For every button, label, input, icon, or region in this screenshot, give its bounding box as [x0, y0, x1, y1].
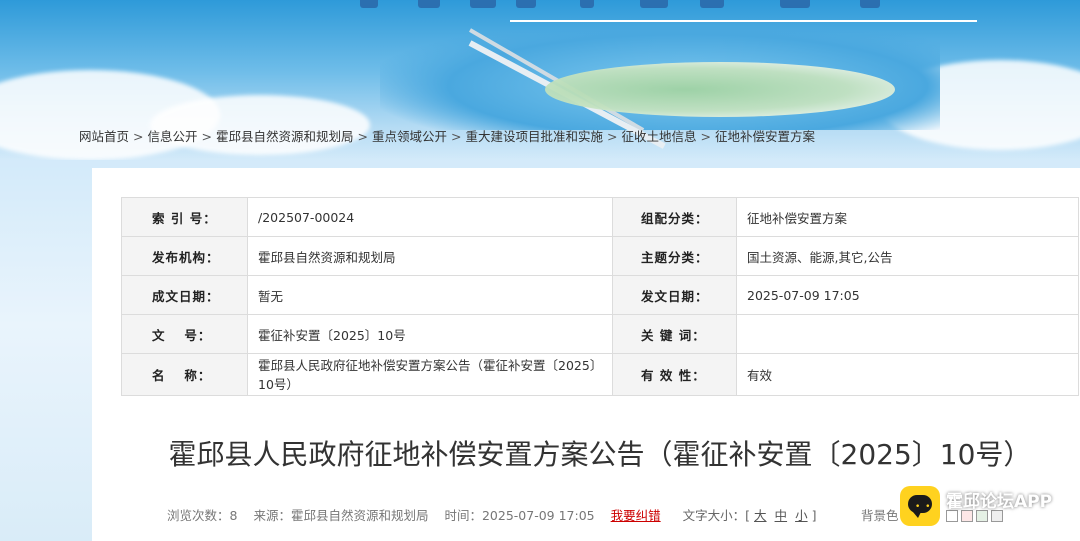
breadcrumb: 网站首页 > 信息公开 > 霍邱县自然资源和规划局 > 重点领域公开 > 重大建设项目批准和实施… — [79, 126, 815, 145]
meta-row: 成文日期： 暂无 发文日期： 2025-07-09 17:05 — [121, 275, 1079, 315]
validity-value: 有效 — [736, 353, 1079, 396]
banner-island — [545, 62, 895, 117]
name-value-cell: 霍邱县人民政府征地补偿安置方案公告（霍征补安置〔2025〕10号） — [247, 353, 613, 396]
publish-time: 时间：2025-07-09 17:05 — [444, 508, 595, 523]
font-medium-button[interactable]: 中 — [775, 508, 788, 523]
breadcrumb-key-areas[interactable]: 重点领域公开 — [372, 129, 447, 144]
banner-cloud — [150, 95, 370, 155]
views-label: 浏览次数： — [167, 508, 230, 523]
doc-number-label: 文 号： — [121, 314, 248, 354]
category-label: 组配分类： — [612, 197, 737, 237]
name-label: 名 称： — [121, 353, 248, 396]
name-value: 霍邱县人民政府征地补偿安置方案公告（霍征补安置〔2025〕10号） — [258, 357, 597, 392]
background-color-label: 背景色 — [861, 508, 899, 523]
font-size-label: 文字大小：[ — [682, 508, 751, 523]
breadcrumb-info-public[interactable]: 信息公开 — [148, 129, 198, 144]
breadcrumb-separator: > — [357, 129, 368, 144]
topic-value: 国土资源、能源,其它,公告 — [736, 236, 1079, 276]
doc-number-value: 霍征补安置〔2025〕10号 — [247, 314, 613, 354]
meta-row: 索 引 号： /202507-00024 组配分类： 征地补偿安置方案 — [121, 197, 1079, 237]
document-title: 霍邱县人民政府征地补偿安置方案公告（霍征补安置〔2025〕10号） — [168, 438, 1032, 471]
breadcrumb-separator: > — [607, 129, 618, 144]
validity-label: 有 效 性： — [612, 353, 737, 396]
font-small-button[interactable]: 小 — [795, 508, 808, 523]
document-meta-table: 索 引 号： /202507-00024 组配分类： 征地补偿安置方案 发布机构… — [121, 197, 1079, 396]
document-title-wrap: 霍邱县人民政府征地补偿安置方案公告（霍征补安置〔2025〕10号） — [121, 433, 1079, 473]
created-date-label: 成文日期： — [121, 275, 248, 315]
meta-row: 发布机构： 霍邱县自然资源和规划局 主题分类： 国土资源、能源,其它,公告 — [121, 236, 1079, 276]
document-info-bar: 浏览次数：8 来源：霍邱县自然资源和规划局 时间：2025-07-09 17:05 我… — [167, 505, 816, 524]
report-error-link[interactable]: 我要纠错 — [611, 508, 661, 523]
views-count: 8 — [229, 508, 238, 523]
banner-underline — [510, 20, 977, 22]
keywords-value — [736, 314, 1079, 354]
watermark: • • 霍邱论坛APP — [900, 486, 1070, 530]
breadcrumb-home[interactable]: 网站首页 — [79, 129, 129, 144]
breadcrumb-current[interactable]: 征地补偿安置方案 — [715, 129, 815, 144]
breadcrumb-separator: > — [201, 129, 212, 144]
published-date-label: 发文日期： — [612, 275, 737, 315]
breadcrumb-separator: > — [451, 129, 462, 144]
index-value: /202507-00024 — [247, 197, 613, 237]
topic-label: 主题分类： — [612, 236, 737, 276]
chat-bubble-icon: • • — [900, 486, 940, 526]
publisher-value: 霍邱县自然资源和规划局 — [247, 236, 613, 276]
meta-row: 文 号： 霍征补安置〔2025〕10号 关 键 词： — [121, 314, 1079, 354]
watermark-text: 霍邱论坛APP — [946, 492, 1053, 512]
publisher-label: 发布机构： — [121, 236, 248, 276]
index-label: 索 引 号： — [121, 197, 248, 237]
breadcrumb-bureau[interactable]: 霍邱县自然资源和规划局 — [216, 129, 354, 144]
category-value: 征地补偿安置方案 — [736, 197, 1079, 237]
meta-row: 名 称： 霍邱县人民政府征地补偿安置方案公告（霍征补安置〔2025〕10号） 有… — [121, 353, 1079, 396]
published-date-value: 2025-07-09 17:05 — [736, 275, 1079, 315]
keywords-label: 关 键 词： — [612, 314, 737, 354]
breadcrumb-separator: > — [133, 129, 144, 144]
font-size-end: ] — [811, 508, 817, 523]
font-large-button[interactable]: 大 — [754, 508, 767, 523]
breadcrumb-land-info[interactable]: 征收土地信息 — [622, 129, 697, 144]
breadcrumb-major-projects[interactable]: 重大建设项目批准和实施 — [466, 129, 604, 144]
breadcrumb-separator: > — [700, 129, 711, 144]
source-text: 来源：霍邱县自然资源和规划局 — [253, 508, 429, 523]
created-date-value: 暂无 — [247, 275, 613, 315]
